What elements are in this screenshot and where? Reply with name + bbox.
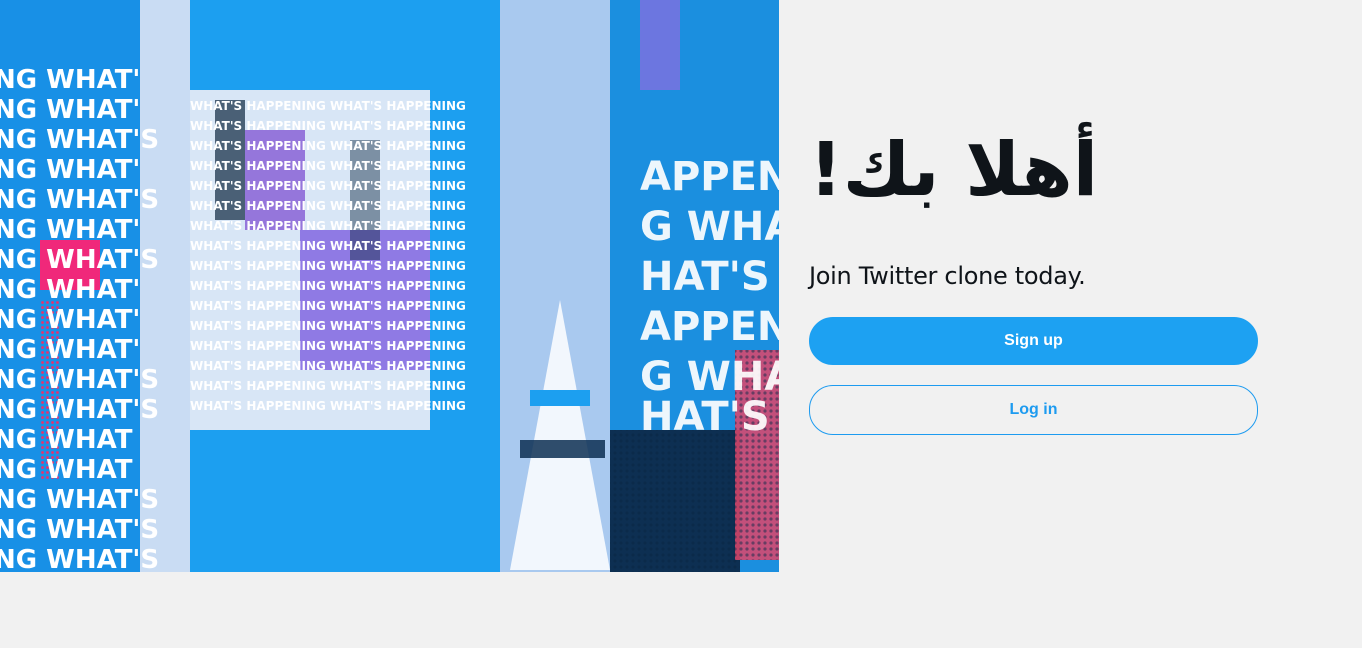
- svg-text:WHAT'S HAPPENING WHAT'S HAPPEN: WHAT'S HAPPENING WHAT'S HAPPENING: [190, 199, 466, 213]
- svg-text:NG WHAT': NG WHAT': [0, 155, 140, 185]
- svg-text:WHAT'S HAPPENING WHAT'S HAPPEN: WHAT'S HAPPENING WHAT'S HAPPENING: [190, 319, 466, 333]
- svg-text:WHAT'S HAPPENING WHAT'S HAPPEN: WHAT'S HAPPENING WHAT'S HAPPENING: [190, 239, 466, 253]
- svg-text:WHAT'S HAPPENING WHAT'S HAPPEN: WHAT'S HAPPENING WHAT'S HAPPENING: [190, 179, 466, 193]
- svg-text:WHAT'S HAPPENING WHAT'S HAPPEN: WHAT'S HAPPENING WHAT'S HAPPENING: [190, 279, 466, 293]
- svg-text:HAT'S HA: HAT'S HA: [640, 254, 779, 300]
- svg-text:WHAT'S HAPPENING WHAT'S HAPPEN: WHAT'S HAPPENING WHAT'S HAPPENING: [190, 399, 466, 413]
- svg-text:NG WHAT'S: NG WHAT'S: [0, 545, 159, 572]
- svg-text:WHAT'S HAPPENING WHAT'S HAPPEN: WHAT'S HAPPENING WHAT'S HAPPENING: [190, 139, 466, 153]
- svg-text:WHAT'S HAPPENING WHAT'S HAPPEN: WHAT'S HAPPENING WHAT'S HAPPENING: [190, 359, 466, 373]
- svg-text:HAT'S: HAT'S: [640, 394, 770, 440]
- svg-text:NG WHAT': NG WHAT': [0, 65, 140, 95]
- svg-text:WHAT'S HAPPENING WHAT'S HAPPEN: WHAT'S HAPPENING WHAT'S HAPPENING: [190, 299, 466, 313]
- svg-text:NG WHAT'S: NG WHAT'S: [0, 395, 159, 425]
- svg-text:WHAT'S HAPPENING WHAT'S HAPPEN: WHAT'S HAPPENING WHAT'S HAPPENING: [190, 159, 466, 173]
- svg-text:NG WHAT'S: NG WHAT'S: [0, 365, 159, 395]
- svg-text:NG WHAT': NG WHAT': [0, 275, 140, 305]
- signup-button[interactable]: Sign up: [809, 317, 1258, 365]
- svg-text:NG WHAT'S: NG WHAT'S: [0, 125, 159, 155]
- svg-text:APPENI: APPENI: [640, 304, 779, 350]
- login-button[interactable]: Log in: [809, 385, 1258, 435]
- svg-text:APPEN: APPEN: [640, 154, 779, 200]
- svg-text:NG WHAT': NG WHAT': [0, 215, 140, 245]
- hero-image: NG WHAT' NG WHAT' NG WHAT'S NG WHAT' NG …: [0, 0, 779, 572]
- landing-page: NG WHAT' NG WHAT' NG WHAT'S NG WHAT' NG …: [0, 0, 1362, 648]
- svg-text:NG WHAT: NG WHAT: [0, 455, 133, 485]
- welcome-panel: أهلا بك! Join Twitter clone today. Sign …: [809, 120, 1258, 435]
- svg-text:WHAT'S HAPPENING WHAT'S HAPPEN: WHAT'S HAPPENING WHAT'S HAPPENING: [190, 219, 466, 233]
- tagline: Join Twitter clone today.: [809, 262, 1086, 290]
- svg-text:NG WHAT': NG WHAT': [0, 305, 140, 335]
- svg-text:WHAT'S HAPPENING WHAT'S HAPPEN: WHAT'S HAPPENING WHAT'S HAPPENING: [190, 379, 466, 393]
- svg-text:NG WHAT': NG WHAT': [0, 95, 140, 125]
- svg-text:WHAT'S HAPPENING WHAT'S HAPPEN: WHAT'S HAPPENING WHAT'S HAPPENING: [190, 119, 466, 133]
- welcome-heading: أهلا بك!: [809, 127, 1099, 213]
- hero-collage-image: NG WHAT' NG WHAT' NG WHAT'S NG WHAT' NG …: [0, 0, 779, 572]
- svg-text:NG WHAT: NG WHAT: [0, 425, 133, 455]
- svg-text:WHAT'S HAPPENING WHAT'S HAPPEN: WHAT'S HAPPENING WHAT'S HAPPENING: [190, 339, 466, 353]
- svg-text:NG WHAT'S: NG WHAT'S: [0, 185, 159, 215]
- svg-text:NG WHAT'S: NG WHAT'S: [0, 245, 159, 275]
- svg-text:NG WHAT': NG WHAT': [0, 335, 140, 365]
- svg-text:G WHA: G WHA: [640, 204, 779, 250]
- svg-text:WHAT'S HAPPENING WHAT'S HAPPEN: WHAT'S HAPPENING WHAT'S HAPPENING: [190, 99, 466, 113]
- svg-text:NG WHAT'S: NG WHAT'S: [0, 485, 159, 515]
- svg-text:WHAT'S HAPPENING WHAT'S HAPPEN: WHAT'S HAPPENING WHAT'S HAPPENING: [190, 259, 466, 273]
- svg-text:NG WHAT'S: NG WHAT'S: [0, 515, 159, 545]
